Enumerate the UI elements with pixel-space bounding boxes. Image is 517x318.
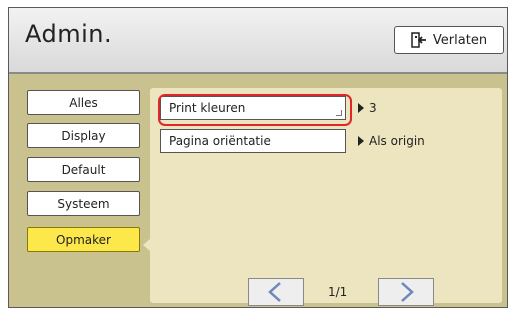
page-title: Admin. bbox=[25, 20, 113, 48]
triangle-right-icon bbox=[358, 103, 364, 113]
settings-panel: Print kleuren 3 Pagina oriëntatie Als or… bbox=[150, 88, 502, 306]
pagina-orientatie-button[interactable]: Pagina oriëntatie bbox=[160, 129, 346, 153]
header-bar: Admin. Verlaten bbox=[9, 8, 507, 74]
sidebar-item-default[interactable]: Default bbox=[27, 157, 140, 182]
page-indicator: 1/1 bbox=[328, 285, 348, 299]
admin-screen: Admin. Verlaten Alles Display Default Sy… bbox=[8, 7, 508, 308]
chevron-left-icon bbox=[268, 282, 281, 302]
triangle-right-icon bbox=[358, 136, 364, 146]
sidebar-item-systeem[interactable]: Systeem bbox=[27, 191, 140, 216]
pagina-orientatie-value: Als origin bbox=[358, 129, 425, 153]
setting-value: Als origin bbox=[369, 134, 425, 148]
exit-label: Verlaten bbox=[432, 32, 488, 48]
setting-label: Print kleuren bbox=[169, 101, 246, 115]
sidebar-item-opmaker[interactable]: Opmaker bbox=[27, 227, 140, 252]
exit-door-icon bbox=[411, 32, 426, 48]
print-kleuren-value: 3 bbox=[358, 96, 377, 120]
corner-mark-icon bbox=[336, 110, 342, 116]
next-page-button[interactable] bbox=[378, 278, 434, 306]
print-kleuren-button[interactable]: Print kleuren bbox=[158, 94, 352, 126]
exit-button[interactable]: Verlaten bbox=[394, 26, 504, 54]
setting-label: Pagina oriëntatie bbox=[169, 134, 271, 148]
setting-value: 3 bbox=[369, 101, 377, 115]
chevron-right-icon bbox=[401, 282, 414, 302]
previous-page-button[interactable] bbox=[248, 278, 304, 306]
sidebar-item-alles[interactable]: Alles bbox=[27, 90, 140, 115]
sidebar-item-display[interactable]: Display bbox=[27, 123, 140, 148]
active-tab-pointer bbox=[143, 239, 150, 251]
